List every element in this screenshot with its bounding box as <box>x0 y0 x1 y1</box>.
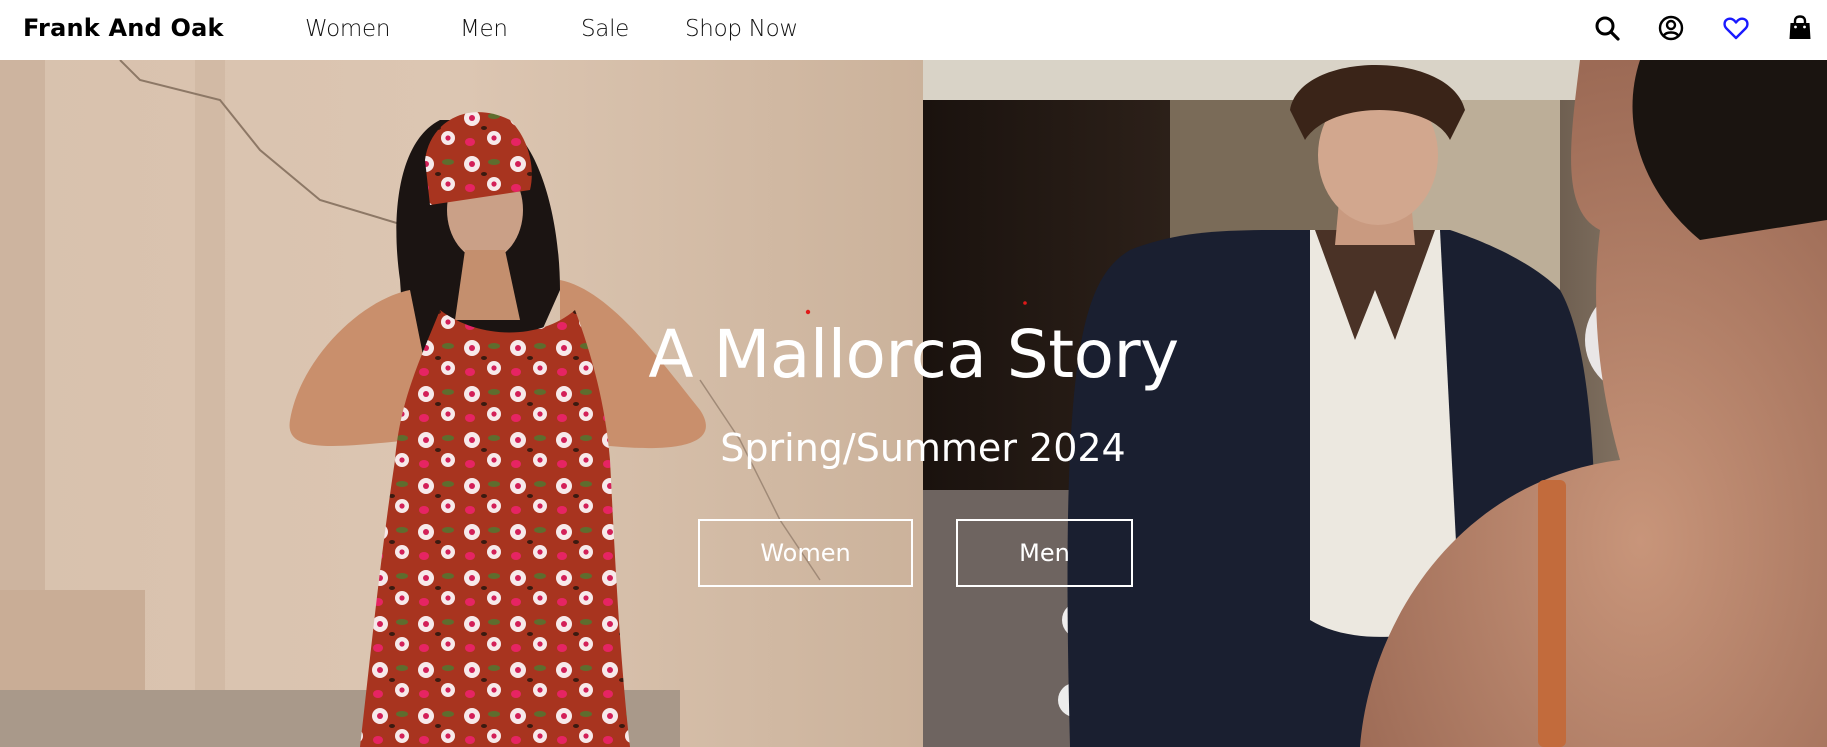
hero-banner: A Mallorca Story Spring/Summer 2024 Wome… <box>0 60 1827 747</box>
site-header: Frank And Oak Women Men Sale Shop Now <box>0 0 1827 60</box>
account-icon[interactable] <box>1657 14 1685 42</box>
shop-women-button[interactable]: Women <box>698 519 913 587</box>
shop-men-button[interactable]: Men <box>956 519 1133 587</box>
brand-logo[interactable]: Frank And Oak <box>23 14 224 42</box>
hero-image <box>0 60 1827 747</box>
search-icon[interactable] <box>1593 14 1621 42</box>
nav-shop-now[interactable]: Shop Now <box>685 16 798 42</box>
nav-sale[interactable]: Sale <box>581 16 629 42</box>
shopping-bag-icon[interactable] <box>1786 14 1814 42</box>
hero-title: A Mallorca Story <box>648 316 1179 393</box>
heart-icon[interactable] <box>1722 14 1750 42</box>
nav-women[interactable]: Women <box>305 16 390 42</box>
hero-subtitle: Spring/Summer 2024 <box>720 426 1126 470</box>
nav-men[interactable]: Men <box>460 16 508 42</box>
